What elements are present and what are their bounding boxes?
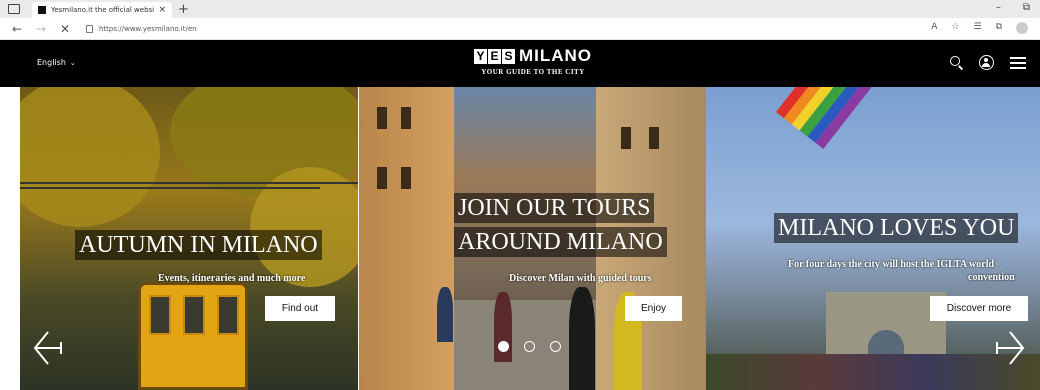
slide-headline: MILANO LOVES YOU [774,213,1019,243]
logo-wordmark: MILANO [518,46,593,65]
tram-wire [20,182,358,184]
site-logo[interactable]: Y E S MILANO YOUR GUIDE TO THE CITY [463,46,603,82]
window-controls: – ⧉ [996,2,1030,13]
user-account-icon[interactable] [979,55,994,70]
hamburger-menu-icon[interactable] [1010,56,1026,69]
site-header: English ⌄ Y E S MILANO YOUR GUIDE TO THE… [0,40,1040,87]
read-aloud-icon[interactable]: A [931,22,937,34]
tree-foliage-image [20,87,160,227]
building-image [359,87,454,390]
find-out-button[interactable]: Find out [265,296,335,321]
back-button[interactable]: ← [10,22,24,36]
search-icon[interactable] [950,56,963,69]
rainbow-flag-image [776,87,953,149]
slide-subtitle: convention [968,272,1015,283]
hero-carousel: AUTUMN IN MILANO Events, itineraries and… [20,87,1040,390]
slide-subtitle: Events, itineraries and much more [158,273,306,284]
browser-tab[interactable]: Yesmilano.it the official website × [32,2,172,18]
arrow-right-icon[interactable] [995,330,1025,366]
slide-headline: JOIN OUR TOURS [454,193,655,223]
logo-yes-mark: Y E S [473,48,515,64]
slide-autumn[interactable]: AUTUMN IN MILANO Events, itineraries and… [20,87,358,390]
favorites-list-icon[interactable]: ☰ [973,22,981,34]
enjoy-button[interactable]: Enjoy [625,296,682,321]
chevron-down-icon: ⌄ [69,58,76,67]
url-text: https://www.yesmilano.it/en [99,24,197,33]
carousel-pagination [498,341,561,352]
carousel-dot[interactable] [524,341,535,352]
window-image [621,127,631,149]
profile-avatar[interactable] [1016,22,1028,34]
crowd-image [706,354,1040,390]
tram-wire [20,187,320,189]
favicon-icon [38,6,46,14]
window-image [377,167,387,189]
slide-headline: AROUND MILANO [454,227,667,257]
collections-icon[interactable]: ⧉ [996,22,1002,34]
tree-foliage-image [250,167,358,287]
window-image [649,127,659,149]
pedestrian-image [437,287,453,342]
slide-subtitle: Discover Milan with guided tours [509,273,652,284]
pedestrian-image [569,287,595,390]
discover-more-button[interactable]: Discover more [930,296,1028,321]
window-image [401,167,411,189]
carousel-dot[interactable] [498,341,509,352]
language-label: English [37,58,66,67]
language-selector[interactable]: English ⌄ [37,58,76,67]
tab-close-icon[interactable]: × [158,5,166,15]
window-image [401,107,411,129]
url-field[interactable]: https://www.yesmilano.it/en [86,24,197,33]
restore-button[interactable]: ⧉ [1023,2,1030,13]
browser-toolbar: A ☆ ☰ ⧉ [931,22,1028,34]
slide-subtitle: For four days the city will host the IGL… [788,259,995,270]
lock-icon [86,24,93,33]
minimize-button[interactable]: – [996,2,1001,13]
new-tab-button[interactable]: + [178,3,189,16]
carousel-dot[interactable] [550,341,561,352]
browser-tab-bar: Yesmilano.it the official website × + – … [0,0,1040,18]
slide-headline: AUTUMN IN MILANO [75,230,322,260]
address-bar: ← → ✕ https://www.yesmilano.it/en A ☆ ☰ … [0,18,1040,40]
slide-iglta[interactable]: MILANO LOVES YOU For four days the city … [706,87,1040,390]
logo-tagline: YOUR GUIDE TO THE CITY [481,68,585,76]
header-actions [950,55,1026,70]
arrow-left-icon[interactable] [33,330,63,366]
window-image [377,107,387,129]
tram-image [138,282,248,390]
tab-title: Yesmilano.it the official website [51,6,155,14]
window-menu-icon[interactable] [8,4,20,14]
stop-button[interactable]: ✕ [58,22,72,36]
forward-button[interactable]: → [34,22,48,36]
favorite-star-icon[interactable]: ☆ [951,22,959,34]
